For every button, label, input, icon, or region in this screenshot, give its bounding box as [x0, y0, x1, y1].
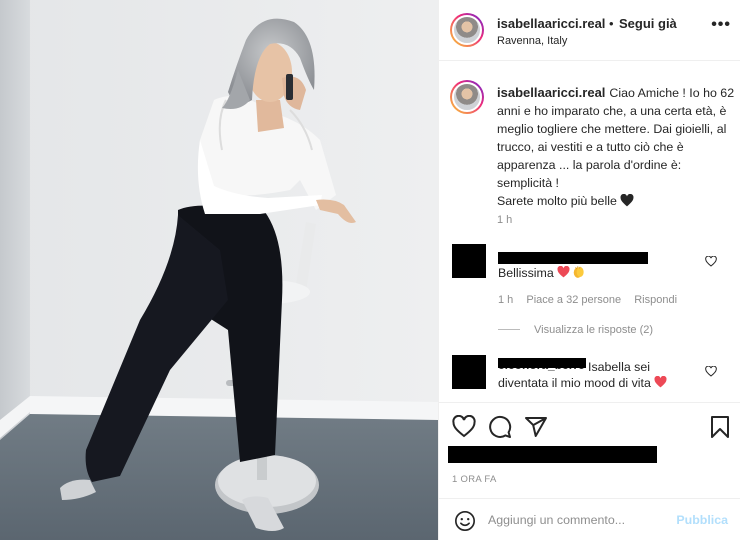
emoji-icon[interactable]: [454, 510, 476, 532]
post-modal: isabellaaricci.real • Segui già Ravenna,…: [0, 0, 740, 540]
username-link[interactable]: isabellaaricci.real: [497, 16, 605, 31]
comment-like-icon[interactable]: [705, 366, 717, 377]
red-heart-emoji-icon: [654, 376, 667, 388]
following-button[interactable]: Segui già: [619, 16, 677, 31]
separator-dot: •: [609, 16, 614, 31]
comment-body-continued: diventata il mio mood di vita: [498, 376, 651, 390]
caption-last-line: Sarete molto più belle: [497, 194, 617, 208]
comment-body: Bellissima: [498, 266, 554, 280]
black-heart-icon: [620, 194, 634, 207]
post-header: isabellaaricci.real • Segui già Ravenna,…: [439, 0, 740, 61]
comment-avatar[interactable]: [452, 355, 486, 389]
comment-time: 1 h: [498, 294, 514, 306]
caption-text: isabellaaricci.real Ciao Amiche ! Io ho 6…: [497, 84, 735, 210]
comment-username-redacted[interactable]: [498, 252, 648, 264]
caption-username[interactable]: isabellaaricci.real: [497, 85, 605, 100]
comment-text: Bellissima: [498, 265, 586, 280]
avatar[interactable]: [450, 13, 484, 47]
caption-time: 1 h: [497, 214, 513, 226]
publish-button[interactable]: Pubblica: [676, 513, 728, 527]
add-comment-bar: Pubblica: [438, 498, 740, 540]
comment-like-icon[interactable]: [705, 256, 717, 267]
view-replies-button[interactable]: Visualizza le risposte (2): [498, 324, 653, 336]
caption-body: Ciao Amiche ! Io ho 62 anni e ho imparat…: [497, 86, 735, 190]
comment-body: Isabella sei: [588, 360, 650, 374]
reply-button[interactable]: Rispondi: [634, 294, 677, 306]
more-options-icon[interactable]: •••: [711, 16, 731, 34]
clapping-hands-emoji-icon: [573, 266, 584, 278]
bookmark-icon[interactable]: [708, 415, 732, 439]
heart-outline-icon[interactable]: [452, 415, 476, 439]
comment-likes-link[interactable]: Piace a 32 persone: [526, 294, 621, 306]
location-link[interactable]: Ravenna, Italy: [497, 35, 567, 47]
view-replies-label: Visualizza le risposte (2): [534, 324, 654, 336]
comment-bubble-icon[interactable]: [488, 415, 512, 439]
likes-count-redacted[interactable]: [448, 446, 657, 463]
action-bar: [438, 402, 740, 446]
replies-divider: [498, 329, 520, 330]
caption-avatar[interactable]: [450, 80, 484, 114]
post-photo[interactable]: [0, 0, 438, 540]
paper-plane-icon[interactable]: [524, 415, 548, 439]
comment-body-line2: diventata il mio mood di vita: [498, 376, 667, 390]
comment-avatar[interactable]: [452, 244, 486, 278]
comment-input[interactable]: [488, 511, 668, 529]
post-timestamp: 1 ORA FA: [452, 474, 497, 485]
red-heart-emoji-icon: [557, 266, 570, 278]
comment-meta: 1 h Piace a 32 persone Rispondi: [498, 294, 687, 306]
comment-username-redaction: [498, 358, 586, 368]
